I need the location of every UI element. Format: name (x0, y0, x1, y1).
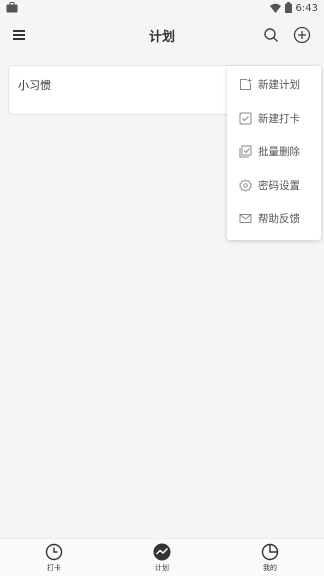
menu-item-batch-delete[interactable]: 批量删除 (227, 135, 321, 169)
tab-plan[interactable]: 计划 (132, 543, 192, 573)
status-time: 6:43 (295, 3, 318, 14)
bottom-nav: 打卡 计划 我的 (0, 538, 324, 576)
tab-label: 我的 (263, 564, 277, 572)
briefcase-icon (6, 2, 18, 16)
add-icon[interactable] (293, 26, 311, 44)
pie-icon (261, 543, 279, 561)
checkbox-icon (239, 112, 252, 125)
clock-icon (45, 543, 63, 561)
wifi-icon (269, 3, 281, 16)
menu-item-help-feedback[interactable]: 帮助反馈 (227, 202, 321, 236)
search-icon[interactable] (263, 27, 279, 43)
trend-icon (153, 543, 171, 561)
tab-label: 打卡 (47, 564, 61, 572)
menu-item-label: 新建打卡 (258, 112, 300, 125)
mail-icon (239, 212, 252, 225)
tab-label: 计划 (155, 564, 169, 572)
menu-item-label: 帮助反馈 (258, 213, 300, 226)
status-right: 6:43 (269, 2, 318, 16)
gear-icon (239, 179, 252, 192)
menu-icon[interactable] (12, 27, 28, 43)
app-bar: 计划 (0, 16, 324, 54)
menu-item-label: 密码设置 (258, 179, 300, 192)
menu-item-new-plan[interactable]: 新建计划 (227, 68, 321, 102)
menu-item-password-settings[interactable]: 密码设置 (227, 169, 321, 203)
status-bar: 6:43 (0, 0, 324, 16)
batch-delete-icon (239, 145, 252, 158)
tab-mine[interactable]: 我的 (240, 543, 300, 573)
menu-item-new-checkin[interactable]: 新建打卡 (227, 102, 321, 136)
menu-item-label: 新建计划 (258, 79, 300, 92)
menu-item-label: 批量删除 (258, 146, 300, 159)
battery-icon (284, 2, 292, 16)
tab-checkin[interactable]: 打卡 (24, 543, 84, 573)
plan-title: 小习惯 (18, 79, 51, 92)
new-plan-icon (239, 78, 252, 91)
overflow-menu: 新建计划 新建打卡 批量删除 密码设置 帮助反馈 (227, 66, 321, 240)
